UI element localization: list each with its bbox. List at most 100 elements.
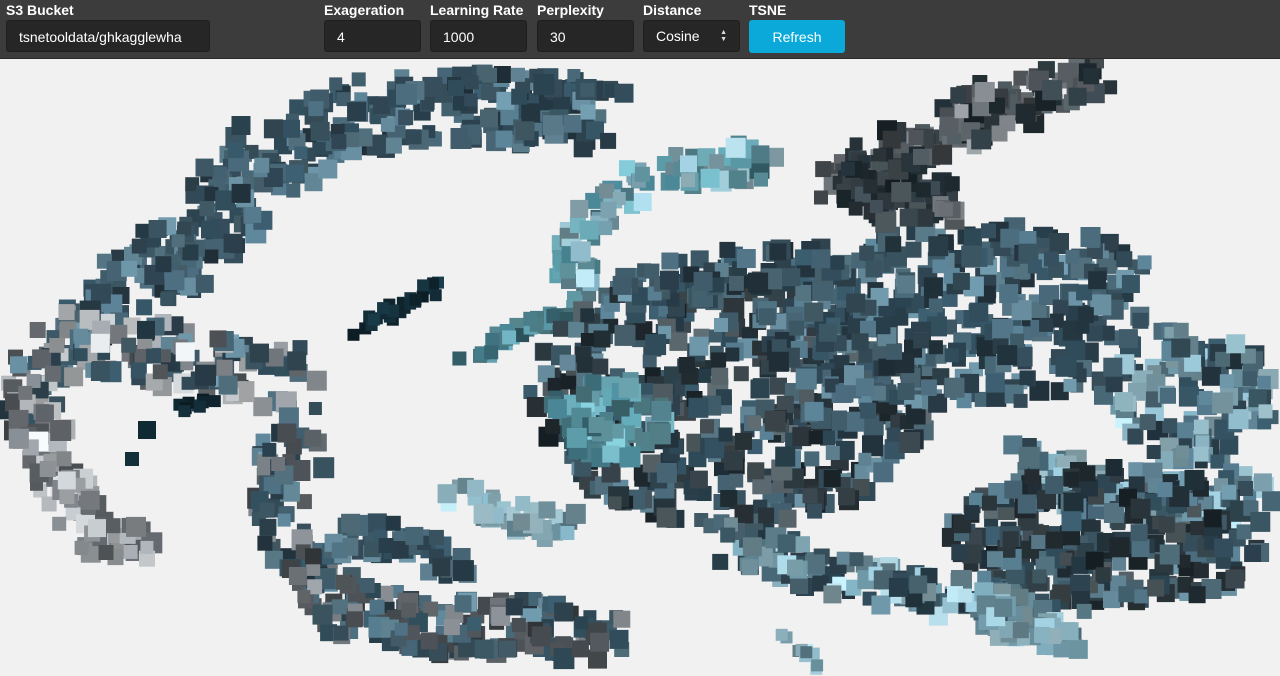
image-tile bbox=[1061, 511, 1082, 532]
image-tile bbox=[915, 208, 934, 227]
image-tile bbox=[923, 277, 943, 297]
image-tile bbox=[1176, 445, 1190, 459]
image-tile bbox=[329, 77, 343, 91]
image-tile bbox=[18, 385, 33, 400]
image-tile bbox=[1031, 535, 1046, 549]
image-tile bbox=[725, 347, 740, 362]
image-tile bbox=[580, 333, 594, 346]
image-tile bbox=[137, 320, 155, 339]
image-tile bbox=[1171, 338, 1191, 358]
image-tile bbox=[888, 577, 908, 597]
image-tile bbox=[155, 256, 172, 273]
image-tile bbox=[80, 490, 100, 510]
image-tile bbox=[612, 275, 632, 295]
image-tile bbox=[1210, 454, 1225, 469]
image-tile bbox=[1002, 531, 1019, 548]
image-tile bbox=[830, 255, 845, 270]
image-tile bbox=[123, 544, 138, 559]
image-tile bbox=[1019, 371, 1034, 386]
image-tile bbox=[50, 420, 72, 441]
image-tile bbox=[1085, 551, 1104, 570]
image-tile bbox=[1160, 387, 1176, 404]
image-tile bbox=[869, 200, 883, 213]
image-tile bbox=[49, 337, 65, 353]
learning-rate-input[interactable]: 1000 bbox=[430, 20, 527, 52]
image-tile bbox=[913, 332, 930, 349]
image-tile bbox=[714, 318, 728, 332]
refresh-button[interactable]: Refresh bbox=[749, 20, 845, 53]
image-tile bbox=[90, 333, 110, 353]
image-tile bbox=[608, 496, 622, 510]
image-tile bbox=[312, 604, 333, 625]
image-tile bbox=[364, 541, 381, 558]
image-tile bbox=[660, 270, 679, 290]
image-tile bbox=[178, 405, 191, 418]
image-tile bbox=[969, 302, 989, 322]
image-tile bbox=[800, 646, 813, 659]
image-tile bbox=[545, 418, 561, 434]
perplexity-input[interactable]: 30 bbox=[537, 20, 634, 52]
image-tile bbox=[259, 502, 275, 518]
image-tile bbox=[464, 93, 478, 107]
image-tile bbox=[1060, 622, 1079, 641]
image-tile bbox=[347, 328, 360, 341]
image-tile bbox=[696, 368, 711, 383]
image-tile bbox=[1034, 626, 1051, 643]
image-tile bbox=[849, 552, 864, 567]
image-tile bbox=[971, 129, 992, 150]
image-tile bbox=[580, 83, 595, 97]
image-tile bbox=[409, 293, 422, 306]
image-tile bbox=[764, 410, 786, 432]
distance-select[interactable]: Cosine ▲ ▼ bbox=[643, 20, 740, 52]
image-tile bbox=[1146, 445, 1161, 459]
image-tile bbox=[1079, 465, 1096, 482]
image-tile bbox=[1063, 492, 1084, 513]
exaggeration-label: Exageration bbox=[324, 2, 405, 18]
image-tile bbox=[1046, 531, 1064, 549]
image-tile bbox=[485, 332, 500, 347]
image-tile bbox=[838, 488, 856, 506]
image-tile bbox=[1109, 537, 1130, 558]
distance-field: Distance Cosine ▲ ▼ bbox=[643, 2, 740, 52]
image-tile bbox=[944, 176, 960, 192]
image-tile bbox=[1215, 351, 1231, 367]
image-tile bbox=[985, 373, 1005, 393]
image-tile bbox=[680, 155, 697, 173]
image-tile bbox=[725, 137, 746, 158]
image-tile bbox=[308, 101, 324, 117]
image-tile bbox=[1253, 473, 1272, 492]
image-tile bbox=[565, 503, 586, 524]
image-tile bbox=[794, 249, 811, 266]
image-tile bbox=[693, 271, 713, 291]
image-tile bbox=[600, 132, 617, 149]
s3-bucket-input[interactable]: tsnetooldata/ghkagglewha bbox=[6, 20, 210, 52]
image-tile bbox=[553, 648, 575, 670]
image-tile bbox=[954, 104, 969, 119]
tsne-scatter-canvas[interactable] bbox=[0, 59, 1280, 676]
image-tile bbox=[1039, 317, 1054, 332]
image-tile bbox=[218, 375, 238, 395]
image-tile bbox=[1076, 320, 1090, 334]
image-tile bbox=[44, 365, 61, 382]
image-tile bbox=[480, 109, 498, 128]
image-tile bbox=[885, 236, 902, 253]
image-tile bbox=[432, 558, 451, 577]
image-tile bbox=[32, 349, 52, 369]
image-tile bbox=[944, 348, 959, 363]
image-tile bbox=[1177, 422, 1194, 439]
image-tile bbox=[804, 302, 824, 322]
image-tile bbox=[580, 308, 595, 323]
image-tile bbox=[369, 599, 385, 615]
image-tile bbox=[73, 328, 89, 344]
image-tile bbox=[467, 479, 485, 497]
image-tile bbox=[805, 554, 825, 575]
image-tile bbox=[580, 104, 596, 120]
image-tile bbox=[836, 551, 850, 565]
image-tile bbox=[88, 519, 106, 538]
image-tile bbox=[56, 451, 72, 467]
image-tile bbox=[559, 354, 576, 371]
image-tile bbox=[130, 362, 147, 379]
exaggeration-input[interactable]: 4 bbox=[324, 20, 421, 52]
select-arrows-icon: ▲ ▼ bbox=[720, 29, 727, 43]
image-tile bbox=[1118, 586, 1135, 603]
